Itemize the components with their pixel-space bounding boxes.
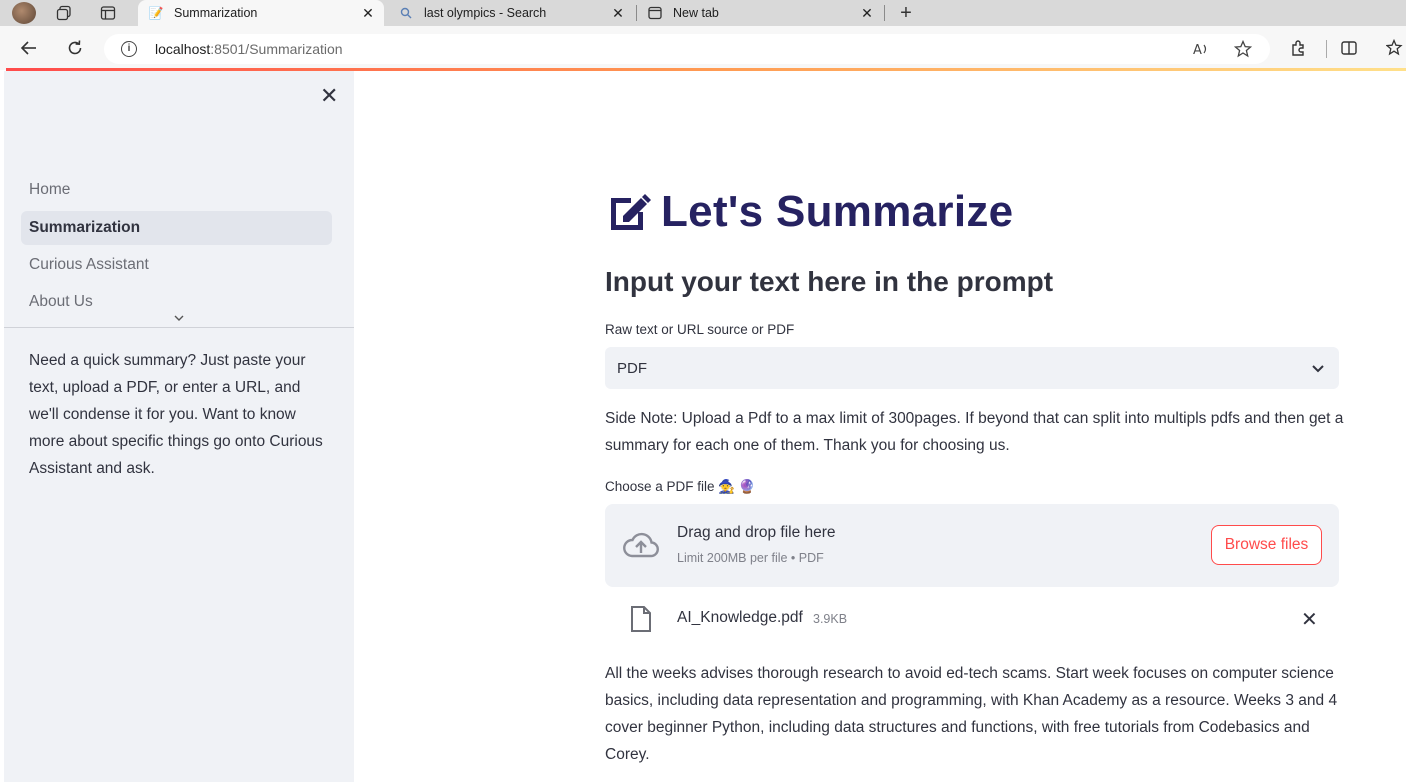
new-tab-button[interactable]: + [897, 2, 915, 24]
main-content: Let's Summarize Input your text here in … [354, 71, 1406, 782]
toolbar-divider [1326, 40, 1327, 58]
sidebar-divider [4, 327, 354, 328]
tab-summarization[interactable]: 📝 Summarization ✕ [138, 0, 384, 26]
sidebar: ✕ Home Summarization Curious Assistant A… [4, 71, 354, 782]
cloud-upload-icon [623, 532, 659, 558]
uploader-emojis: 🧙 🔮 [718, 479, 756, 494]
subtitle: Input your text here in the prompt [605, 266, 1054, 297]
url-text[interactable]: localhost:8501/Summarization [155, 41, 343, 57]
file-icon [631, 606, 651, 632]
refresh-icon[interactable] [64, 37, 86, 59]
uploader-label: Choose a PDF file 🧙 🔮 [605, 479, 756, 494]
close-tab-icon[interactable]: ✕ [608, 5, 628, 22]
newtab-icon [647, 5, 663, 21]
svg-text:A: A [1193, 43, 1202, 58]
file-dropzone[interactable]: Drag and drop file here Limit 200MB per … [605, 504, 1339, 587]
notepad-icon: 📝 [148, 6, 164, 20]
split-screen-icon[interactable] [1338, 37, 1360, 59]
close-tab-icon[interactable]: ✕ [358, 5, 378, 22]
tab-separator [884, 5, 885, 21]
uploaded-file-row: AI_Knowledge.pdf 3.9KB ✕ [605, 601, 1339, 635]
close-sidebar-icon[interactable]: ✕ [320, 85, 338, 107]
read-aloud-icon[interactable]: A [1192, 40, 1210, 62]
sidebar-description: Need a quick summary? Just paste your te… [29, 352, 323, 477]
page-title: Let's Summarize [605, 187, 1013, 237]
browser-tab-strip: 📝 Summarization ✕ last olympics - Search… [0, 0, 1406, 26]
search-icon [398, 5, 414, 21]
tab-new-tab[interactable]: New tab ✕ [637, 0, 883, 26]
file-name: AI_Knowledge.pdf [677, 609, 803, 626]
side-note: Side Note: Upload a Pdf to a max limit o… [605, 410, 1344, 454]
sidebar-item-summarization[interactable]: Summarization [21, 211, 332, 245]
tab-search[interactable]: last olympics - Search ✕ [388, 0, 634, 26]
vertical-tabs-icon[interactable] [99, 4, 117, 22]
browser-toolbar: i localhost:8501/Summarization A [0, 26, 1406, 70]
extensions-icon[interactable] [1288, 37, 1310, 59]
sidebar-item-home[interactable]: Home [21, 173, 332, 207]
address-bar[interactable]: i localhost:8501/Summarization A [104, 34, 1270, 64]
dropzone-title: Drag and drop file here [677, 524, 836, 541]
remove-file-icon[interactable]: ✕ [1301, 607, 1318, 632]
back-arrow-icon[interactable] [18, 37, 40, 59]
close-tab-icon[interactable]: ✕ [857, 5, 877, 22]
source-select-label: Raw text or URL source or PDF [605, 322, 795, 337]
profile-avatar[interactable] [12, 2, 36, 24]
favorites-icon[interactable] [1384, 37, 1406, 59]
summary-output: All the weeks advises thorough research … [605, 665, 1338, 763]
expand-nav-chevron-icon[interactable] [174, 314, 184, 325]
workspaces-icon[interactable] [55, 4, 73, 22]
edit-note-icon [611, 194, 651, 230]
dropzone-limit: Limit 200MB per file • PDF [677, 551, 824, 565]
site-info-icon[interactable]: i [121, 41, 137, 57]
file-size: 3.9KB [813, 612, 848, 626]
sidebar-item-curious-assistant[interactable]: Curious Assistant [21, 248, 332, 282]
source-select[interactable]: PDF [605, 347, 1339, 389]
chevron-down-icon [1312, 365, 1324, 373]
favorite-star-icon[interactable] [1233, 39, 1253, 62]
browse-files-button[interactable]: Browse files [1211, 525, 1322, 565]
